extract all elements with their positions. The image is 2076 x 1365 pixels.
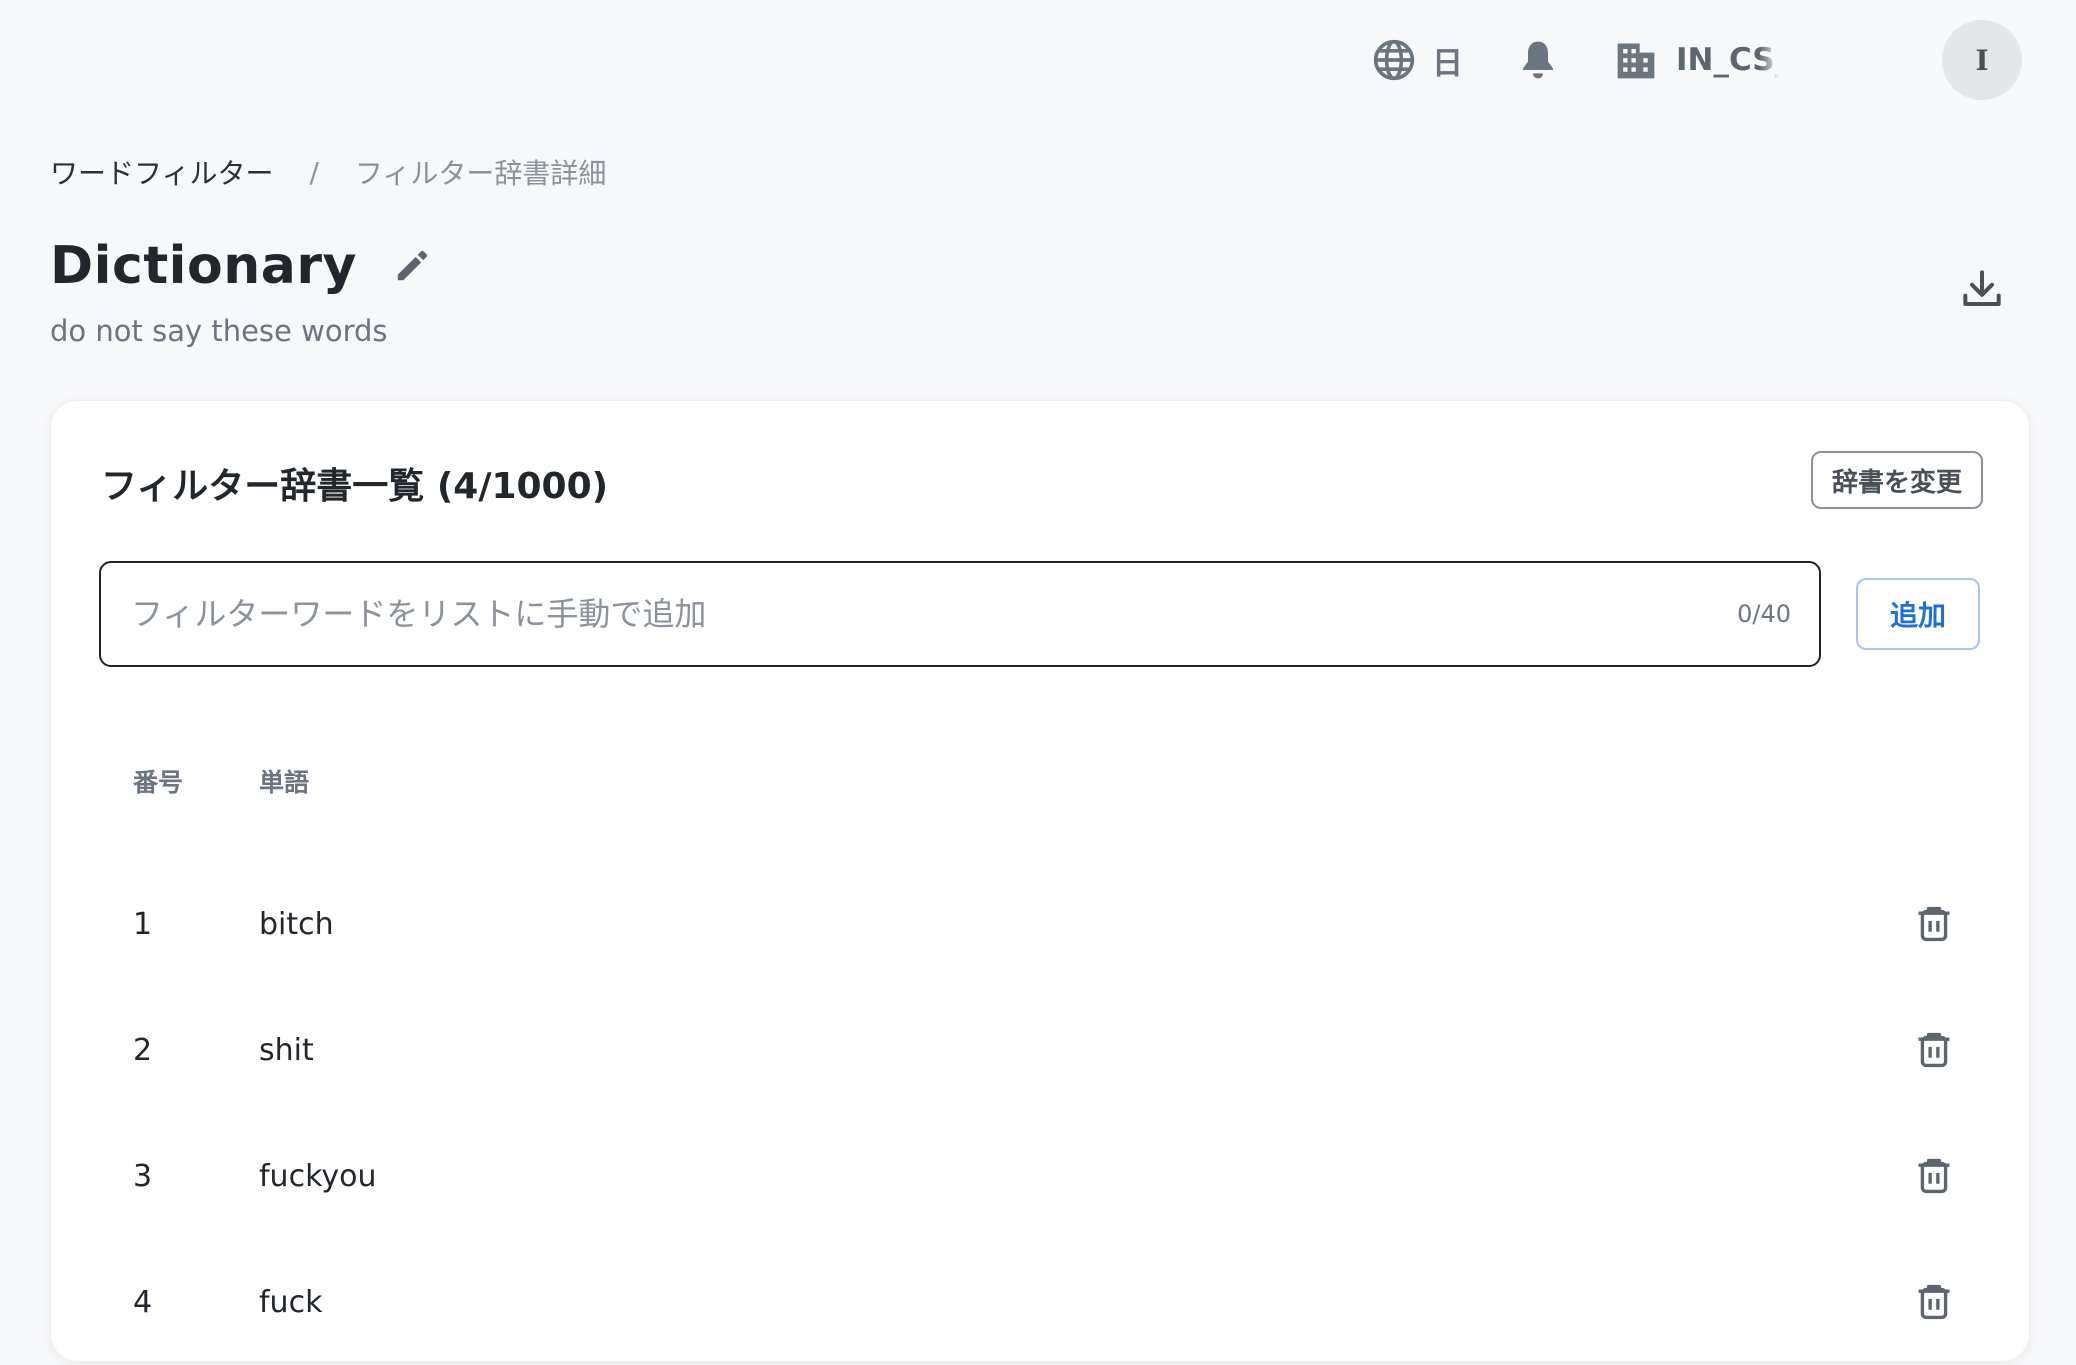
download-icon[interactable]: [1962, 268, 2002, 310]
notifications-button[interactable]: [1518, 36, 1562, 84]
top-bar: 日 IN_CS_ I: [0, 0, 2076, 120]
pencil-icon[interactable]: [393, 247, 431, 285]
filter-word-input[interactable]: [129, 594, 1718, 634]
row-number: 4: [133, 1284, 153, 1320]
row-number: 1: [133, 906, 153, 942]
delete-button[interactable]: [1859, 1157, 1979, 1195]
table-header: 番号 単語: [99, 701, 1979, 861]
card-title: フィルター辞書一覧 (4/1000): [101, 466, 609, 507]
add-button[interactable]: 追加: [1856, 578, 1980, 650]
trash-icon: [1918, 1284, 1950, 1320]
filter-word-input-box: 0/40: [99, 561, 1821, 667]
breadcrumb-current: フィルター辞書詳細: [354, 157, 607, 190]
table-row: 2 shit: [99, 987, 1979, 1113]
row-word: fuck: [259, 1284, 323, 1320]
trash-icon: [1918, 1158, 1950, 1194]
page-title: Dictionary: [50, 236, 357, 296]
column-header-number: 番号: [133, 768, 184, 797]
table-row: 3 fuckyou: [99, 1113, 1979, 1239]
table-row: 1 bitch: [99, 861, 1979, 987]
change-dictionary-button[interactable]: 辞書を変更: [1811, 451, 1983, 509]
delete-button[interactable]: [1859, 1031, 1979, 1069]
row-word: shit: [259, 1032, 314, 1068]
row-number: 3: [133, 1158, 153, 1194]
organization-label: IN_CS_: [1676, 42, 1780, 78]
column-header-word: 単語: [259, 768, 310, 797]
breadcrumb-word-filter-link[interactable]: ワードフィルター: [50, 152, 273, 192]
bell-icon: [1523, 41, 1553, 79]
language-switcher[interactable]: 日: [1372, 36, 1463, 84]
character-counter: 0/40: [1737, 600, 1791, 628]
breadcrumb: ワードフィルター / フィルター辞書詳細: [50, 152, 606, 192]
row-number: 2: [133, 1032, 153, 1068]
building-icon: [1617, 43, 1655, 79]
breadcrumb-separator: /: [309, 155, 319, 189]
user-avatar[interactable]: I: [1942, 20, 2022, 100]
language-label: 日: [1432, 45, 1463, 82]
row-word: bitch: [259, 906, 334, 942]
table-row: 4 fuck: [99, 1239, 1979, 1365]
page-subtitle: do not say these words: [50, 314, 388, 348]
filter-word-table: 番号 単語 1 bitch 2 shit 3 fuckyou 4 fuck: [99, 701, 1979, 1365]
row-word: fuckyou: [259, 1158, 377, 1194]
globe-icon: [1373, 39, 1415, 81]
delete-button[interactable]: [1859, 905, 1979, 943]
trash-icon: [1918, 906, 1950, 942]
delete-button[interactable]: [1859, 1283, 1979, 1321]
filter-dictionary-card: フィルター辞書一覧 (4/1000) 辞書を変更 0/40 追加 番号 単語 1…: [50, 400, 2030, 1362]
title-row: Dictionary: [50, 236, 431, 296]
organization-switcher[interactable]: IN_CS_: [1614, 36, 1780, 84]
trash-icon: [1918, 1032, 1950, 1068]
